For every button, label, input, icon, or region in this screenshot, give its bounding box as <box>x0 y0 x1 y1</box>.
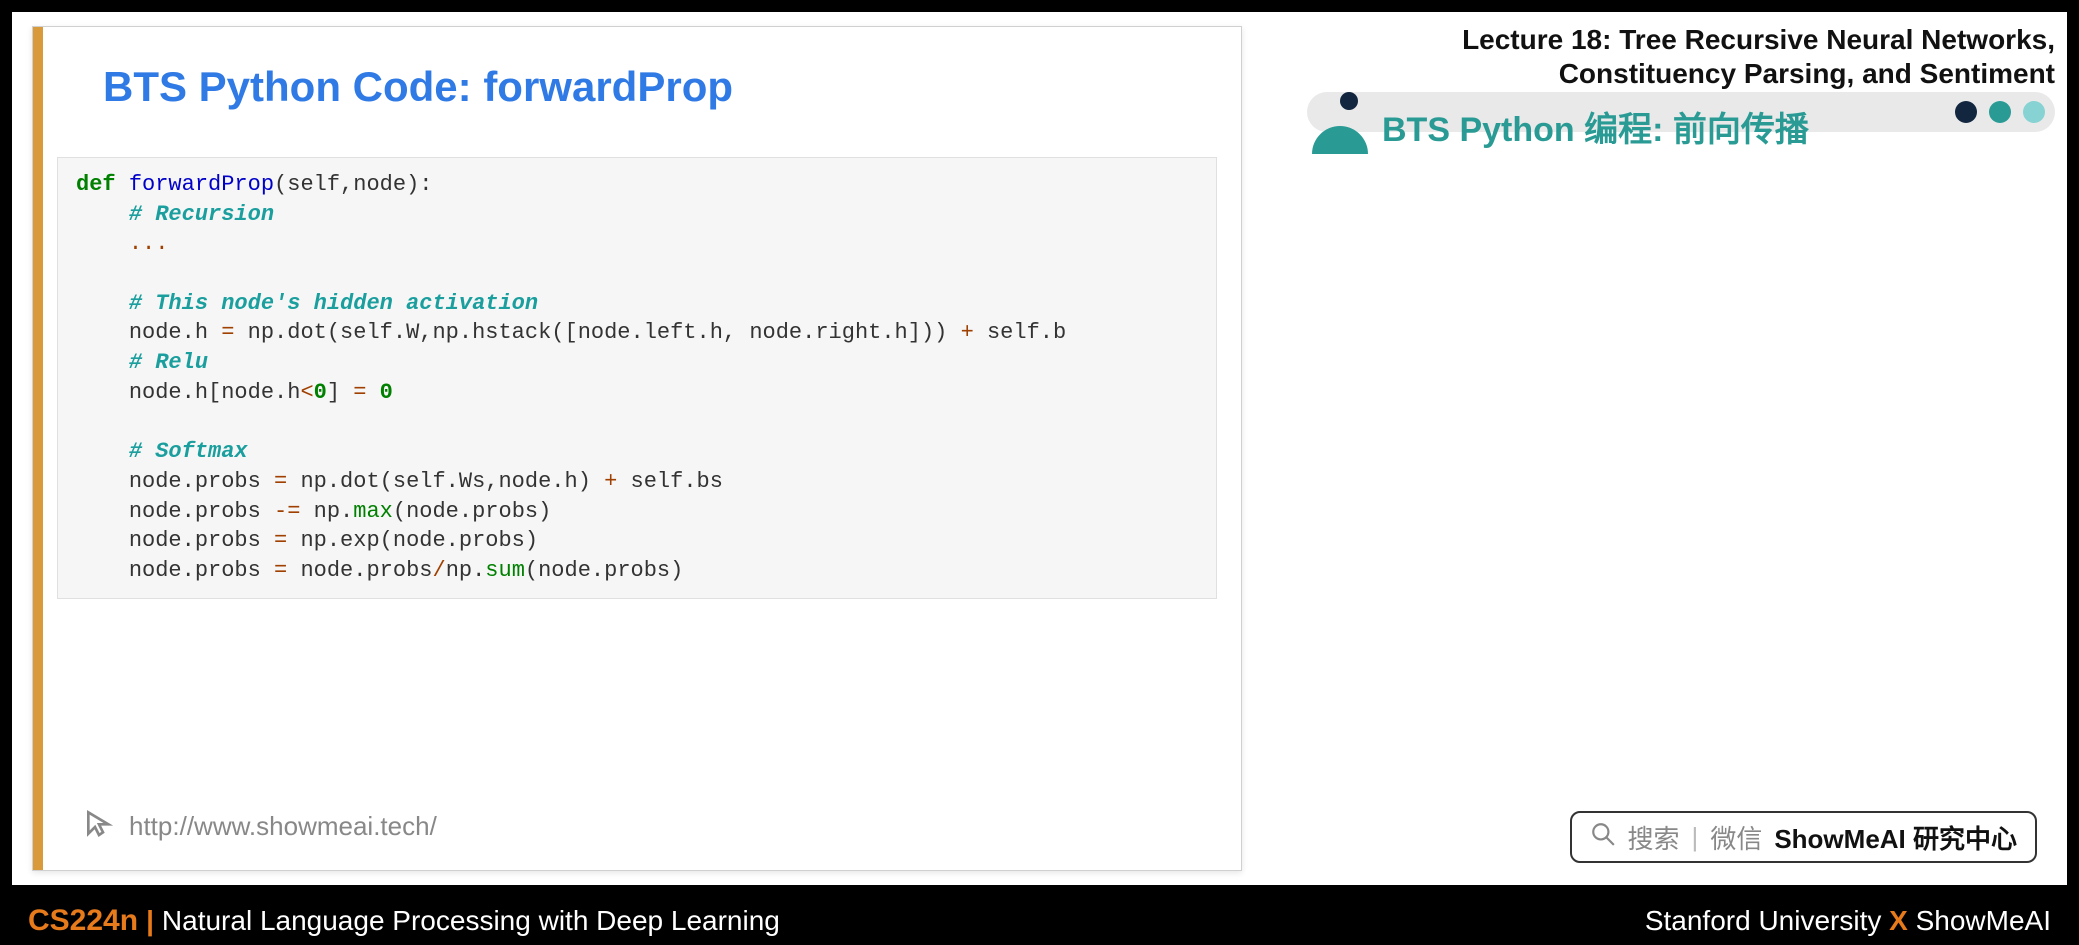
slide-frame: BTS Python Code: forwardProp def forward… <box>12 12 2067 885</box>
university: Stanford University <box>1645 905 1889 936</box>
operator: -= <box>274 499 300 524</box>
number: 0 <box>314 380 327 405</box>
operator: < <box>300 380 313 405</box>
footer-link[interactable]: http://www.showmeai.tech/ <box>83 807 437 846</box>
slide-panel: BTS Python Code: forwardProp def forward… <box>32 26 1242 871</box>
code-text: np. <box>446 558 486 583</box>
comment: # This node's hidden activation <box>129 291 538 316</box>
operator: = <box>274 558 287 583</box>
x-separator: X <box>1889 905 1908 936</box>
code-block: def forwardProp(self,node): # Recursion … <box>57 157 1217 599</box>
code-text: (self,node): <box>274 172 432 197</box>
operator: / <box>432 558 445 583</box>
footer-url: http://www.showmeai.tech/ <box>129 811 437 842</box>
builtin: sum <box>485 558 525 583</box>
slide-title: BTS Python Code: forwardProp <box>103 63 733 111</box>
divider: | <box>1692 822 1699 853</box>
operator: = <box>274 469 287 494</box>
keyword-def: def <box>76 172 116 197</box>
side-title-row: BTS Python 编程: 前向传播 <box>1312 98 1809 154</box>
lecture-title-line2: Constituency Parsing, and Sentiment <box>1275 58 2055 90</box>
code-text: node.probs <box>129 499 274 524</box>
accent-bar <box>33 27 43 870</box>
function-name: forwardProp <box>129 172 274 197</box>
code-text: np.exp(node.probs) <box>287 528 538 553</box>
builtin: max <box>353 499 393 524</box>
bottom-right: Stanford University X ShowMeAI <box>1645 905 2051 937</box>
operator: = <box>353 380 366 405</box>
side-title: BTS Python 编程: 前向传播 <box>1382 102 1809 151</box>
org-name: ShowMeAI <box>1908 905 2051 936</box>
lecture-title-line1: Lecture 18: Tree Recursive Neural Networ… <box>1275 24 2055 56</box>
search-icon <box>1590 821 1616 854</box>
comment: # Softmax <box>129 439 248 464</box>
code-text: self.b <box>974 320 1066 345</box>
cursor-icon <box>83 807 115 846</box>
code-text: self.bs <box>617 469 723 494</box>
operator: = <box>274 528 287 553</box>
bottom-bar: CS224n | Natural Language Processing wit… <box>0 897 2079 945</box>
code-text: np. <box>300 499 353 524</box>
code-text <box>366 380 379 405</box>
code-text: node.probs <box>129 558 274 583</box>
code-text: (node.probs) <box>525 558 683 583</box>
pipe: | <box>146 905 154 937</box>
code-text: node.probs <box>129 528 274 553</box>
code-text: (node.probs) <box>393 499 551 524</box>
code-text: ] <box>327 380 353 405</box>
brand-label: ShowMeAI 研究中心 <box>1774 819 2017 856</box>
code-text: np.dot(self.Ws,node.h) <box>287 469 604 494</box>
comment: # Recursion <box>129 202 274 227</box>
operator: + <box>604 469 617 494</box>
lecture-header: Lecture 18: Tree Recursive Neural Networ… <box>1275 24 2055 90</box>
operator: + <box>961 320 974 345</box>
code-text: node.h <box>129 320 221 345</box>
code-text: node.probs <box>129 469 274 494</box>
comment: # Relu <box>129 350 208 375</box>
wechat-label: 微信 <box>1710 819 1762 856</box>
search-pill[interactable]: 搜索 | 微信 ShowMeAI 研究中心 <box>1570 811 2037 863</box>
dot-light-icon <box>2023 101 2045 123</box>
number: 0 <box>380 380 393 405</box>
ellipsis: ... <box>129 231 169 256</box>
code-text: node.probs <box>287 558 432 583</box>
course-code: CS224n <box>28 904 138 938</box>
course-name: Natural Language Processing with Deep Le… <box>162 905 780 937</box>
bottom-left: CS224n | Natural Language Processing wit… <box>28 904 780 938</box>
search-label: 搜索 <box>1628 819 1680 856</box>
dot-navy-icon <box>1955 101 1977 123</box>
operator: = <box>221 320 234 345</box>
decor-bauble-icon <box>1312 98 1368 154</box>
code-text: node.h[node.h <box>129 380 301 405</box>
code-text: np.dot(self.W,np.hstack([node.left.h, no… <box>234 320 960 345</box>
dot-teal-icon <box>1989 101 2011 123</box>
